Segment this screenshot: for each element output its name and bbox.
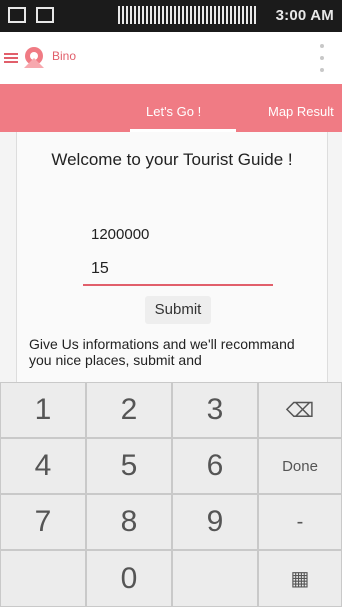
key-2[interactable]: 2 [86,382,172,438]
blank-key-left [0,550,86,607]
status-bar: 3:00 AM [0,0,342,32]
key-8[interactable]: 8 [86,494,172,550]
tab-map-result[interactable]: Map Result [268,104,334,119]
key-4[interactable]: 4 [0,438,86,494]
days-value: 15 [91,260,109,277]
numeric-keyboard: 1 2 3 ⌫ 4 5 6 Done 7 8 9 - 0 ▦ [0,382,342,607]
budget-field[interactable]: 1200000 [91,226,149,243]
tab-lets-go[interactable]: Let's Go ! [146,104,201,119]
menu-icon[interactable] [4,51,18,65]
key-1[interactable]: 1 [0,382,86,438]
form-card: Welcome to your Tourist Guide ! 1200000 … [16,132,328,392]
key-9[interactable]: 9 [172,494,258,550]
key-5[interactable]: 5 [86,438,172,494]
key-3[interactable]: 3 [172,382,258,438]
days-field[interactable]: 15 [83,256,273,286]
key-7[interactable]: 7 [0,494,86,550]
app-logo [24,47,44,68]
submit-button[interactable]: Submit [145,296,211,324]
dash-key[interactable]: - [258,494,342,550]
blank-key-right [172,550,258,607]
image-icon [36,7,54,23]
notification-icon [8,7,26,23]
app-title: Bino [52,49,77,63]
status-time: 3:00 AM [275,7,334,24]
signal-bars-icon [118,6,258,24]
welcome-heading: Welcome to your Tourist Guide ! [51,150,293,169]
done-key[interactable]: Done [258,438,342,494]
overflow-menu-icon[interactable] [320,44,324,72]
info-text: Give Us informations and we'll recommand… [29,336,295,368]
key-6[interactable]: 6 [172,438,258,494]
key-0[interactable]: 0 [86,550,172,607]
tab-bar: Let's Go ! Map Result [0,84,342,132]
status-icons [8,7,54,23]
app-bar: Bino [0,32,342,84]
keyboard-settings-icon[interactable]: ▦ [258,550,342,607]
backspace-key[interactable]: ⌫ [258,382,342,438]
